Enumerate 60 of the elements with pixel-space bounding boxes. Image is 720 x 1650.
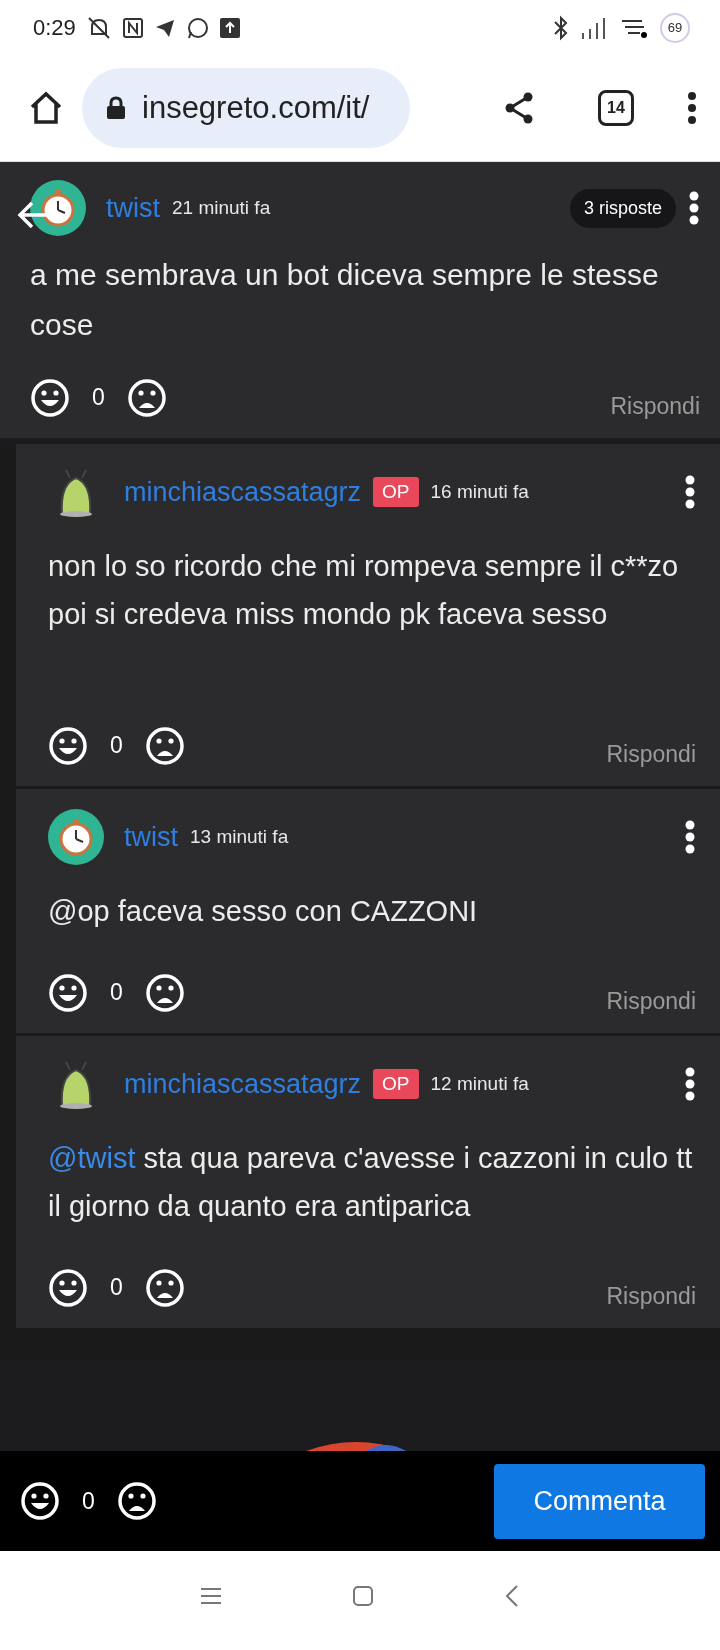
frown-icon[interactable] (126, 377, 167, 418)
status-time: 0:29 (33, 14, 76, 41)
smile-icon[interactable] (48, 725, 88, 766)
recents-icon[interactable] (200, 1585, 222, 1606)
comment-time: 16 minuti fa (430, 481, 529, 503)
more-icon[interactable] (684, 475, 696, 509)
author-name[interactable]: twist (106, 192, 160, 224)
reply-link[interactable]: Rispondi (606, 1283, 696, 1310)
clock-avatar-icon (48, 809, 104, 865)
frown-icon[interactable] (144, 972, 185, 1013)
comment-text: non lo so ricordo che mi rompeva sempre il c**zo poi si credeva miss mondo pk faceva sesso (48, 549, 680, 632)
clock-avatar-icon (30, 180, 86, 236)
comment-text: @twist sta qua pareva c'avesse i cazzoni in culo tt il giorno da quanto era antiparica (48, 1141, 694, 1224)
nfc-icon (121, 16, 144, 39)
vote-score: 0 (110, 979, 123, 1006)
comment-text: @op faceva sesso con CAZZONI (48, 894, 479, 929)
logo-icon (306, 1439, 406, 1451)
upload-icon (219, 17, 240, 38)
author-name[interactable]: minchiascassatagrz (124, 476, 362, 508)
reply-link[interactable]: Rispondi (606, 741, 696, 768)
op-badge: OP (373, 1069, 419, 1099)
mute-bell-icon (85, 14, 112, 41)
lock-icon (106, 96, 126, 120)
op-badge: OP (373, 477, 419, 507)
comment-time: 12 minuti fa (430, 1073, 529, 1095)
menu-icon[interactable] (686, 91, 698, 125)
comment-text: a me sembrava un bot diceva sempre le stesse cose (30, 257, 660, 343)
tab-count-button[interactable]: 14 (598, 90, 634, 126)
address-bar[interactable]: insegreto.com/it/ (82, 68, 410, 148)
back-arrow-icon[interactable] (16, 200, 50, 230)
vote-score: 0 (92, 384, 105, 411)
home-button-icon[interactable] (352, 1584, 374, 1607)
mention-link[interactable]: @twist (48, 1142, 136, 1174)
more-icon[interactable] (684, 1067, 696, 1101)
back-icon[interactable] (504, 1583, 520, 1608)
more-icon[interactable] (684, 820, 696, 854)
smile-icon[interactable] (30, 377, 70, 418)
smile-icon[interactable] (20, 1481, 60, 1521)
bluetooth-icon (552, 14, 570, 41)
url-text: insegreto.com/it/ (142, 90, 370, 126)
reply-link[interactable]: Rispondi (606, 988, 696, 1015)
reply-link[interactable]: Rispondi (610, 393, 700, 420)
vote-score: 0 (82, 1487, 95, 1515)
replies-count[interactable]: 3 risposte (569, 188, 676, 228)
frown-icon[interactable] (116, 1481, 157, 1521)
vote-score: 0 (110, 1274, 123, 1301)
comment-time: 21 minuti fa (172, 197, 271, 219)
home-icon[interactable] (28, 90, 64, 126)
vote-score: 0 (110, 732, 123, 759)
more-icon[interactable] (688, 191, 700, 225)
frown-icon[interactable] (144, 725, 185, 766)
author-name[interactable]: minchiascassatagrz (124, 1068, 362, 1100)
frown-icon[interactable] (144, 1267, 185, 1308)
chat-icon (185, 15, 210, 40)
comment-button[interactable]: Commenta (494, 1463, 705, 1539)
battery-level: 69 (660, 12, 690, 43)
smile-icon[interactable] (48, 972, 88, 1013)
smile-icon[interactable] (48, 1267, 88, 1308)
author-name[interactable]: twist (124, 821, 178, 853)
comment-time: 13 minuti fa (190, 826, 289, 848)
